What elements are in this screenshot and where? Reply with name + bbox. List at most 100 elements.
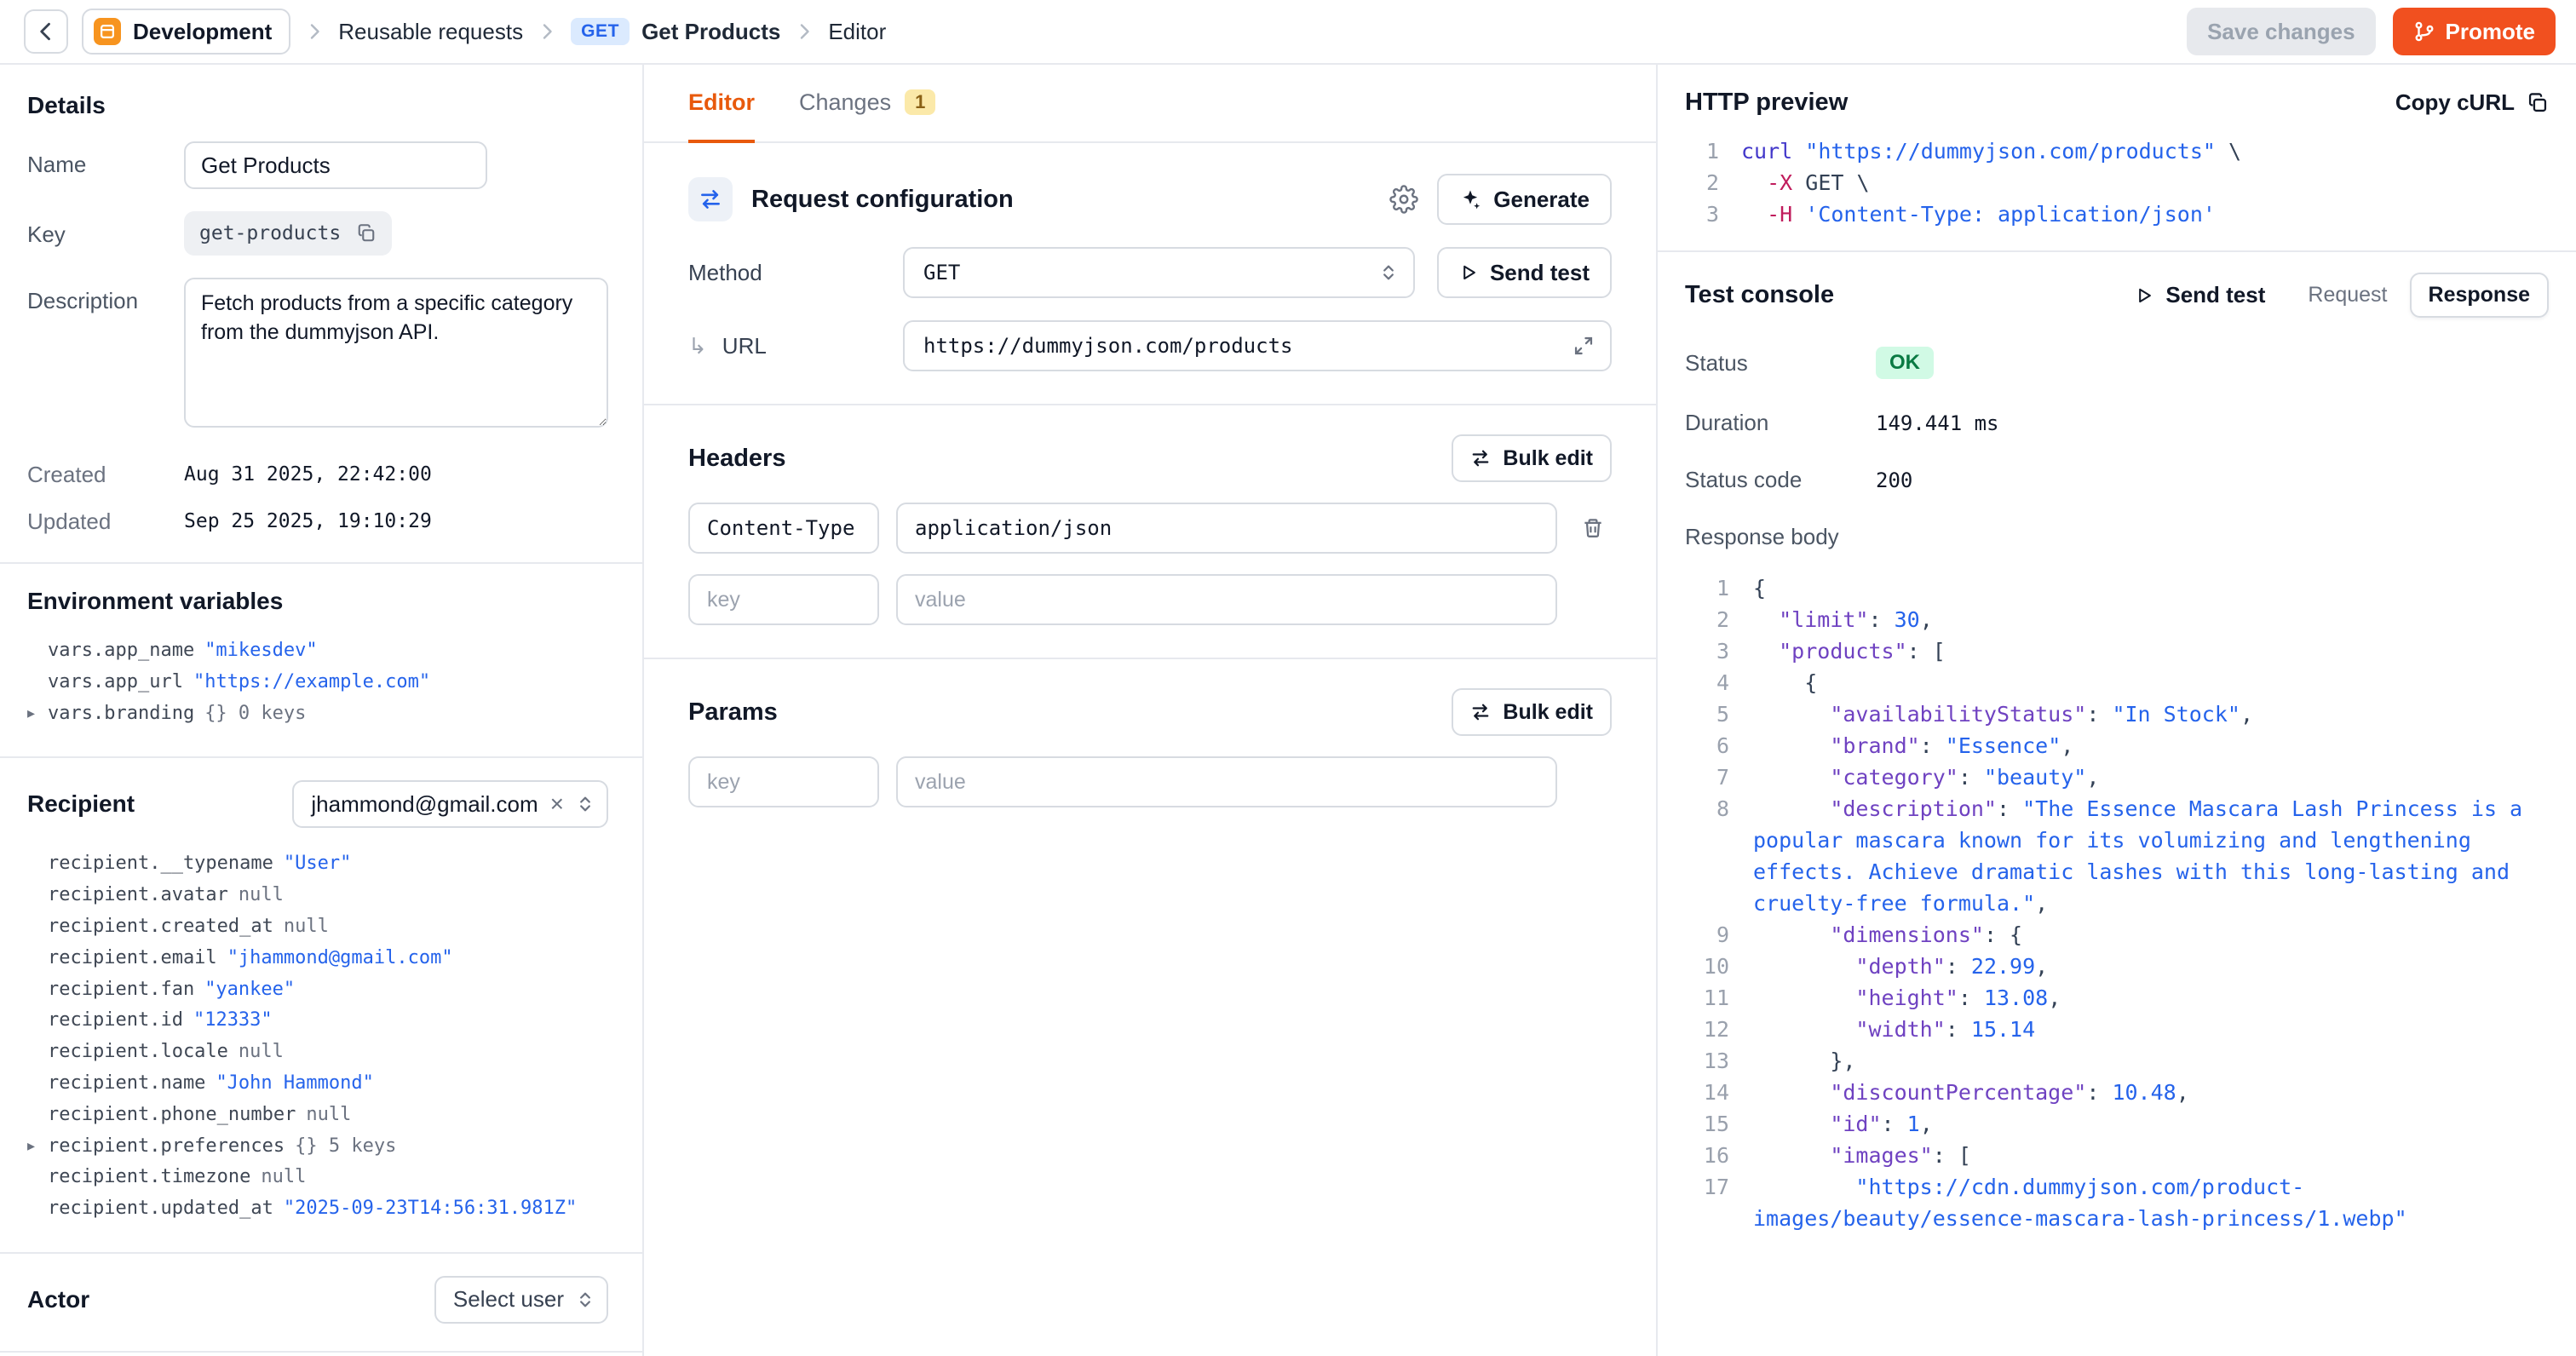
- url-input[interactable]: https://dummyjson.com/products: [903, 320, 1612, 371]
- tab-response[interactable]: Response: [2410, 273, 2549, 318]
- promote-icon: [2413, 20, 2435, 43]
- code-line: 6 "brand": "Essence",: [1685, 730, 2549, 761]
- recipient-field-key: recipient.fan: [48, 974, 194, 1006]
- code-line: 9 "dimensions": {: [1685, 919, 2549, 951]
- code-line: 17 "https://cdn.dummyjson.com/product-im…: [1685, 1171, 2549, 1234]
- clear-icon[interactable]: ×: [550, 792, 564, 816]
- recipient-title: Recipient: [27, 790, 135, 818]
- recipient-field-value: null: [284, 911, 329, 943]
- promote-label: Promote: [2446, 19, 2535, 45]
- recipient-field-value: "yankee": [204, 974, 295, 1006]
- recipient-field-value: "2025-09-23T14:56:31.981Z": [284, 1193, 577, 1225]
- copy-curl-button[interactable]: Copy cURL: [2395, 89, 2549, 116]
- topbar-actions: Save changes Promote: [2187, 8, 2556, 55]
- line-content: {: [1753, 667, 2549, 698]
- save-changes-button[interactable]: Save changes: [2187, 8, 2375, 55]
- tab-changes[interactable]: Changes 1: [799, 65, 935, 143]
- copy-icon[interactable]: [356, 223, 377, 244]
- play-icon: [1459, 263, 1478, 282]
- send-test-button[interactable]: Send test: [1437, 247, 1612, 298]
- name-label: Name: [27, 141, 184, 189]
- recipient-field-key: recipient.phone_number: [48, 1100, 296, 1131]
- description-textarea[interactable]: Fetch products from a specific category …: [184, 278, 608, 428]
- bulk-edit-headers-button[interactable]: Bulk edit: [1452, 434, 1612, 482]
- actor-title: Actor: [27, 1286, 89, 1313]
- url-label: URL: [722, 333, 767, 359]
- code-line: 15 "id": 1,: [1685, 1108, 2549, 1140]
- line-content: {: [1753, 572, 2549, 604]
- param-value-input[interactable]: [896, 756, 1557, 807]
- headers-rows: [688, 503, 1612, 554]
- recipient-field-key: recipient.preferences: [48, 1131, 285, 1163]
- copy-curl-label: Copy cURL: [2395, 89, 2515, 116]
- header-value-input[interactable]: [896, 574, 1557, 625]
- recipient-select[interactable]: jhammond@gmail.com ×: [292, 780, 608, 828]
- line-number: 9: [1685, 919, 1729, 951]
- env-var-value: {} 0 keys: [204, 698, 306, 730]
- environment-variables-list: ▸ vars.app_name "mikesdev" ▸ vars.app_ur…: [27, 635, 608, 729]
- recipient-field-row: ▸ recipient.updated_at "2025-09-23T14:56…: [27, 1193, 608, 1225]
- chevron-left-icon: [34, 20, 58, 43]
- line-number: 10: [1685, 951, 1729, 982]
- code-line: 3 -H 'Content-Type: application/json': [1685, 198, 2549, 230]
- http-preview-title: HTTP preview: [1685, 89, 1848, 117]
- promote-button[interactable]: Promote: [2393, 8, 2556, 55]
- section-divider: [644, 404, 1656, 405]
- env-var-value: "https://example.com": [193, 667, 430, 698]
- section-divider: [0, 1252, 642, 1254]
- line-number: 5: [1685, 698, 1729, 730]
- recipient-field-row: ▸ recipient.locale null: [27, 1037, 608, 1068]
- line-number: 13: [1685, 1045, 1729, 1077]
- tab-request[interactable]: Request: [2289, 273, 2406, 318]
- expand-icon[interactable]: [1573, 335, 1595, 357]
- recipient-fields-list: ▸ recipient.__typename "User" ▸ recipien…: [27, 848, 608, 1225]
- chevron-right-icon[interactable]: ▸: [27, 698, 35, 730]
- recipient-field-key: recipient.locale: [48, 1037, 228, 1068]
- bulk-edit-params-button[interactable]: Bulk edit: [1452, 688, 1612, 736]
- chevron-right-icon[interactable]: ▸: [27, 1131, 35, 1163]
- line-content: "limit": 30,: [1753, 604, 2549, 635]
- header-key-input[interactable]: [688, 503, 879, 554]
- description-field-row: Description Fetch products from a specif…: [27, 278, 608, 428]
- url-value: https://dummyjson.com/products: [923, 334, 1292, 358]
- name-input[interactable]: [184, 141, 487, 189]
- line-number: 3: [1685, 198, 1719, 230]
- environment-chip[interactable]: Development: [82, 9, 290, 55]
- tab-editor-label: Editor: [688, 89, 755, 116]
- line-number: 8: [1685, 793, 1729, 919]
- method-badge: GET: [571, 18, 630, 45]
- request-configuration-title: Request configuration: [751, 186, 1371, 214]
- actor-header: Actor Select user: [27, 1276, 608, 1324]
- method-select[interactable]: GET: [903, 247, 1415, 298]
- top-bar: Development Reusable requests GET Get Pr…: [0, 0, 2576, 65]
- created-value: Aug 31 2025, 22:42:00: [184, 458, 432, 488]
- play-icon: [2135, 286, 2153, 305]
- tab-editor[interactable]: Editor: [688, 65, 755, 143]
- headers-section-header: Headers Bulk edit: [688, 434, 1612, 482]
- recipient-select-value: jhammond@gmail.com: [311, 791, 538, 818]
- back-button[interactable]: [24, 9, 68, 54]
- header-key-input[interactable]: [688, 574, 879, 625]
- trash-icon[interactable]: [1574, 516, 1612, 540]
- response-body-code: 1 { 2 "limit": 30, 3 "products": [: [1658, 566, 2576, 1255]
- breadcrumb-item-editor: Editor: [828, 19, 886, 45]
- env-var-row: ▸ vars.branding {} 0 keys: [27, 698, 608, 730]
- line-content: curl "https://dummyjson.com/products" \: [1741, 135, 2549, 167]
- header-row-empty: [688, 574, 1612, 625]
- line-content: "brand": "Essence",: [1753, 730, 2549, 761]
- breadcrumb-item-reusable-requests[interactable]: Reusable requests: [338, 19, 523, 45]
- gear-icon[interactable]: [1389, 185, 1418, 214]
- line-content: "width": 15.14: [1753, 1014, 2549, 1045]
- generate-button[interactable]: Generate: [1437, 174, 1612, 225]
- line-content: "id": 1,: [1753, 1108, 2549, 1140]
- header-value-input[interactable]: [896, 503, 1557, 554]
- param-key-input[interactable]: [688, 756, 879, 807]
- breadcrumb-item-request[interactable]: GET Get Products: [571, 18, 780, 45]
- app-window: Development Reusable requests GET Get Pr…: [0, 0, 2576, 1356]
- editor-content: Request configuration Generate Method GE…: [644, 143, 1656, 1356]
- url-row: ↳ URL https://dummyjson.com/products: [688, 320, 1612, 371]
- send-test-link[interactable]: Send test: [2135, 282, 2265, 308]
- actor-select[interactable]: Select user: [434, 1276, 608, 1324]
- recipient-field-value: "John Hammond": [216, 1068, 373, 1100]
- recipient-field-value: null: [261, 1162, 306, 1193]
